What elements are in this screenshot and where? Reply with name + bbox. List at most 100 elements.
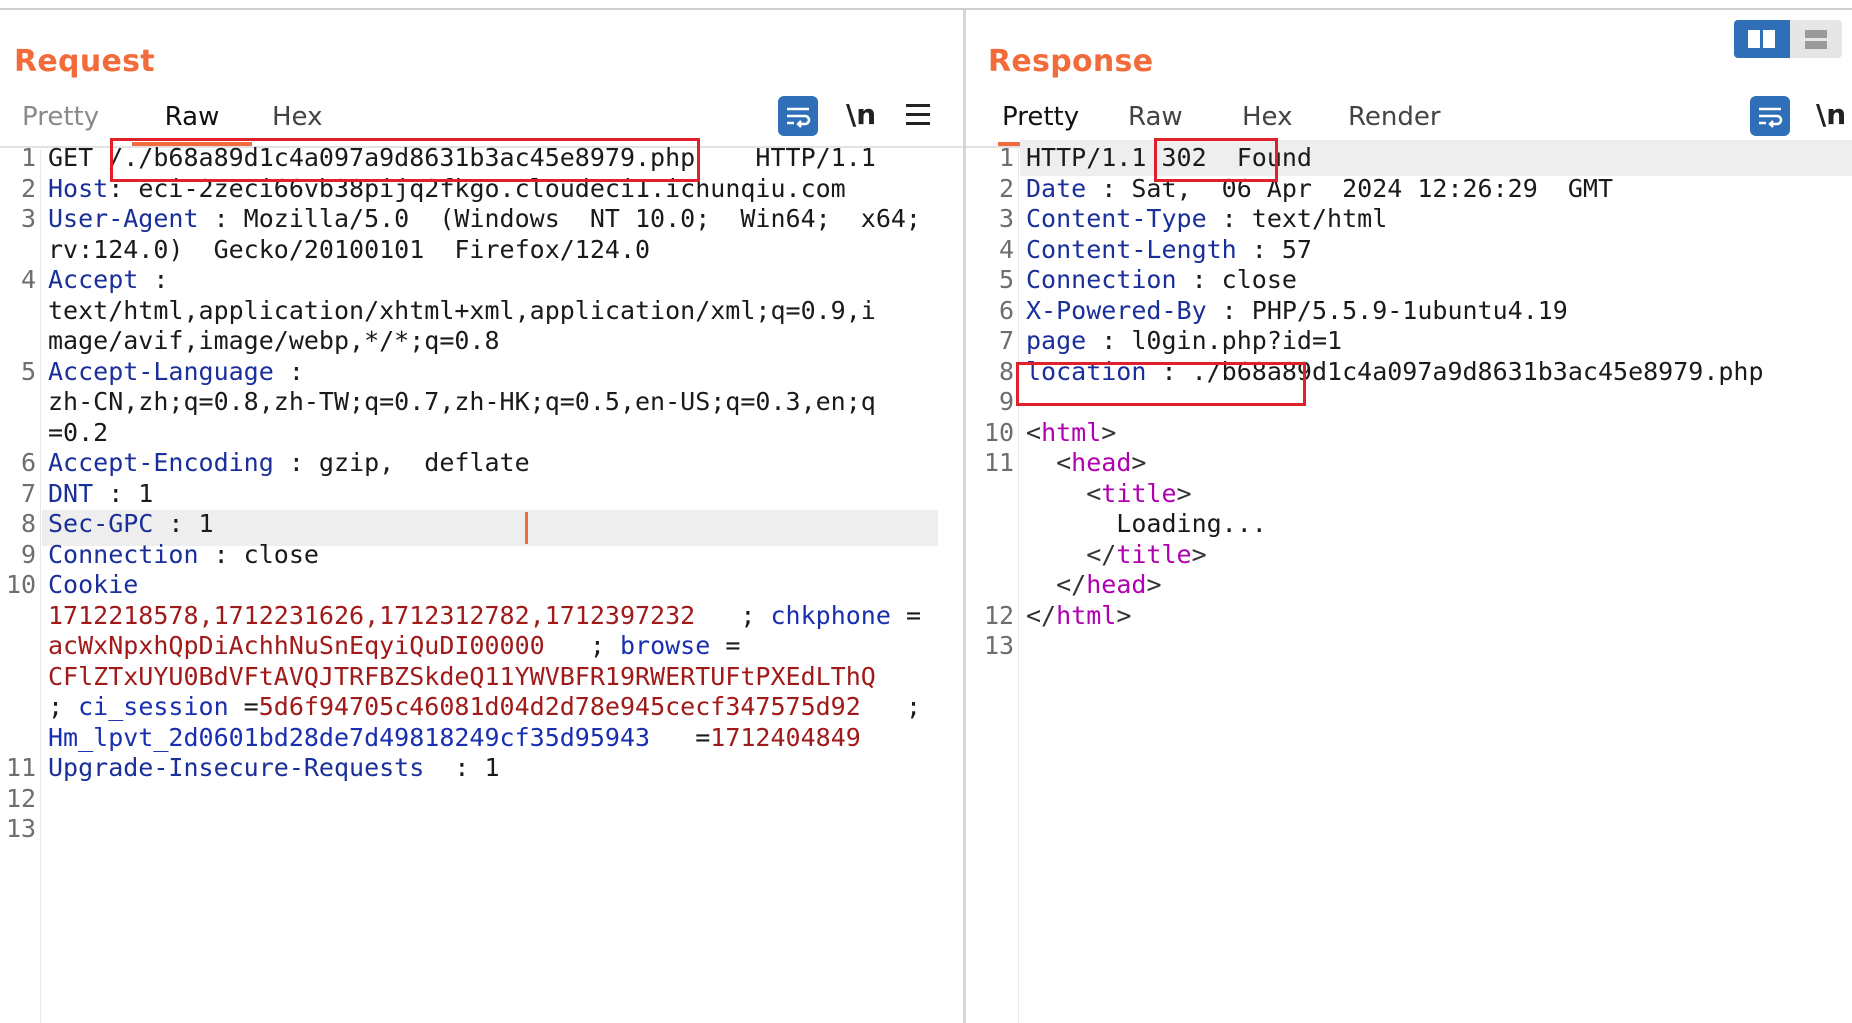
header-value: : PHP/5.5.9-1ubuntu4.19 [1206,295,1568,325]
word-wrap-icon[interactable] [1750,96,1790,136]
header-value: zh-CN,zh;q=0.8,zh-TW;q=0.7,zh-HK;q=0.5,e… [48,387,876,416]
response-title: Response [988,44,1154,79]
header-name: Content-Type [1026,204,1207,233]
code-line: zh-CN,zh;q=0.8,zh-TW;q=0.7,zh-HK;q=0.5,e… [48,384,876,420]
header-value: : 1 [93,478,154,508]
text-caret [525,512,528,544]
line-number: 4 [20,265,36,294]
request-title: Request [14,44,155,79]
cookie-part: ; [48,692,79,721]
tab-raw[interactable]: Raw [1124,100,1187,142]
line-number: 13 [984,631,1015,660]
line-number: 3 [20,204,36,233]
header-value: : Mozilla/5.0 (Windows NT 10.0; Win64; x… [198,204,921,233]
line-gutter [40,150,41,1023]
html-tag: title [1116,539,1192,569]
newline-toggle-icon[interactable]: \n [1816,98,1846,131]
header-value: : close [1176,265,1297,294]
menu-icon[interactable] [906,104,930,131]
line-number: 10 [6,570,37,599]
code-line: </html> [1026,598,1131,634]
header-name: page [1026,326,1087,355]
html-bracket: < [1086,478,1102,508]
cookie-part: ; [544,631,620,660]
tab-render[interactable]: Render [1344,100,1445,142]
header-name: X-Powered-By [1026,295,1207,325]
header-name: Accept-Encoding [48,448,274,477]
code-text: HTTP/1.1 [1026,143,1162,172]
response-pane: Response Pretty Raw Hex Render \n 1 HTTP/… [966,10,1852,1023]
header-name: User-Agent [48,204,199,233]
line-gutter [1018,150,1019,1023]
html-bracket: > [1116,600,1132,630]
header-value: =0.2 [48,417,109,447]
cookie-part: = [710,631,741,660]
highlight-box-request-path [110,138,700,182]
request-pane: Request Pretty Raw Hex \n 1 GET /./b68a89… [0,10,963,1023]
html-tag: title [1101,478,1177,508]
html-text: Loading... [1026,509,1267,538]
cookie-part: ; [695,600,771,630]
html-tag: html [1056,600,1117,630]
header-name: Accept-Language [48,356,274,386]
header-name: Content-Length [1026,234,1237,264]
word-wrap-icon[interactable] [778,96,818,136]
cookie-part: 1712218578,1712231626,1712312782,1712397… [48,600,696,630]
html-bracket: > [1131,448,1147,477]
line-number: 5 [20,356,36,386]
tab-pretty[interactable]: Pretty [18,100,103,142]
newline-toggle-icon[interactable]: \n [846,98,876,131]
cookie-part: ci_session [78,692,229,721]
header-name: DNT [48,478,94,508]
html-bracket: < [1026,417,1042,447]
html-tag: head [1086,570,1147,599]
header-value: : close [198,539,319,569]
header-name: Upgrade-Insecure-Requests [48,753,425,782]
cookie-eq: = [228,692,259,721]
cookie-part: browse [619,631,711,660]
cookie-part: CFlZTxUYU0BdVFtAVQJTRFBZSkdeQ11YWVBFR19R… [48,661,876,691]
tab-hex[interactable]: Hex [1238,100,1296,142]
header-name: Date [1026,173,1087,203]
cookie-eq: = [650,722,711,752]
header-value: : gzip, deflate [273,448,530,477]
header-value: text/html,application/xhtml+xml,applicat… [48,295,876,325]
html-tag: head [1071,448,1132,477]
cookie-part: = [890,600,922,630]
html-bracket: > [1101,417,1117,447]
header-value: : text/html [1206,204,1388,233]
highlight-box-page-header [1016,362,1306,406]
header-value: : l0gin.php?id=1 [1086,326,1343,355]
header-value: : 57 [1236,234,1312,264]
header-value: : 1 [424,753,500,782]
header-name: Connection [1026,265,1177,294]
line-number: 11 [984,448,1015,477]
cookie-part: acWxNpxhQpDiAchhNuSnEqyiQuDI00000 [48,631,545,660]
header-value: mage/avif,image/webp,*/*;q=0.8 [48,326,500,355]
cookie-value: 5d6f94705c46081d04d2d78e945cecf347575d92 [258,692,861,721]
tab-hex[interactable]: Hex [268,100,326,142]
html-bracket: > [1176,478,1192,508]
header-name: Sec-GPC [48,509,154,538]
header-name: Connection [48,539,199,569]
header-value: : [138,265,169,294]
header-name: Accept [48,265,139,294]
html-tag: html [1041,417,1102,447]
html-bracket: </ [1026,600,1057,630]
code-line: Upgrade-Insecure-Requests : 1 [48,750,500,786]
html-bracket: </ [1086,539,1117,569]
html-bracket: > [1146,570,1162,599]
header-value: : 1 [153,509,214,538]
html-bracket: > [1191,539,1207,569]
html-bracket: </ [1056,570,1087,599]
cookie-part: Hm_lpvt_2d0601bd28de7d49818249cf35d95943 [48,722,651,752]
cookie-part: ; [860,692,922,721]
header-name: Cookie [48,570,139,599]
line-number: 13 [6,814,37,843]
html-bracket: < [1056,448,1072,477]
header-value: : [273,356,304,386]
highlight-box-status [1154,138,1278,182]
